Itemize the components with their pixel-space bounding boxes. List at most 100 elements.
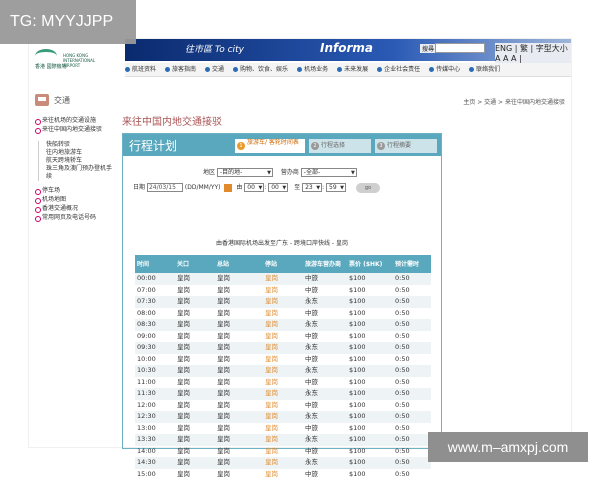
nav-item[interactable]: 机场业务 xyxy=(297,63,328,76)
table-cell: $100 xyxy=(347,388,393,400)
sidebar-item[interactable]: 来往中国内地交通接驳 xyxy=(35,126,115,134)
table-cell: 中旅 xyxy=(305,423,318,432)
schedule-table: 时间 关口 总站 停站 旅游车营办商 票价 ($HK) 预计需时 00:00 皇岗 皇岗 皇岗 中旅… xyxy=(135,255,431,480)
table-cell: 皇岗 xyxy=(217,308,230,317)
date-input[interactable]: 24/03/15 xyxy=(146,183,183,192)
table-cell: $100 xyxy=(349,423,366,432)
nav-bullet-icon xyxy=(469,67,475,72)
nav-item[interactable]: 购物、饮食、娱乐 xyxy=(233,63,289,76)
table-cell[interactable]: 皇岗 xyxy=(263,400,303,412)
table-cell[interactable]: 皇岗 xyxy=(263,308,303,320)
step-2-tab[interactable]: 2 行程选择 xyxy=(309,139,371,153)
overlay-tag: TG: MYYJJPP xyxy=(0,0,136,44)
nav-item-label: 购物、饮食、娱乐 xyxy=(240,66,289,73)
table-cell: 永东 xyxy=(303,434,347,446)
page-title: 来往中国内地交通接驳 xyxy=(122,117,222,128)
table-cell[interactable]: 皇岗 xyxy=(263,296,303,308)
table-cell: 皇岗 xyxy=(177,331,190,340)
table-cell: 0:50 xyxy=(393,365,431,377)
route-description: 由香港国际机场出发至广东 - 跨境口岸快线 - 皇岗 xyxy=(216,240,348,247)
from-minute-select[interactable]: 00 ▼ xyxy=(268,183,289,192)
table-row: 14:30 皇岗 皇岗 皇岗 永东 $100 0:50 xyxy=(135,457,431,469)
sidebar-subitem[interactable]: 快船转驳 xyxy=(38,141,115,149)
step-1-tab[interactable]: 1 旅游车/ 客轮时间表 xyxy=(235,139,305,153)
nav-item-label: 联络我们 xyxy=(476,66,501,73)
column-header: 时间 xyxy=(135,255,175,273)
nav-item[interactable]: 企业社会责任 xyxy=(377,63,421,76)
calendar-icon[interactable] xyxy=(224,183,233,192)
table-cell: 皇岗 xyxy=(175,457,215,469)
step-3-tab[interactable]: 3 行程摘要 xyxy=(375,139,437,153)
language-links[interactable]: ENG | 繁 | 字型大小 A A A | xyxy=(495,43,571,63)
airport-logo[interactable]: 香港 國際機場 HONG KONG INTERNATIONAL AIRPORT xyxy=(31,47,123,71)
table-cell[interactable]: 皇岗 xyxy=(263,365,303,377)
sidebar-item[interactable]: 停车场 xyxy=(35,187,115,195)
table-cell[interactable]: 皇岗 xyxy=(263,331,303,343)
table-cell: $100 xyxy=(347,319,393,331)
to-minute-select[interactable]: 59 ▼ xyxy=(326,183,347,192)
table-cell: 07:30 xyxy=(135,296,175,308)
table-cell: 皇岗 xyxy=(217,423,230,432)
search-input[interactable] xyxy=(435,43,485,53)
table-cell: $100 xyxy=(347,457,393,469)
table-cell[interactable]: 皇岗 xyxy=(263,457,303,469)
table-cell: $100 xyxy=(347,365,393,377)
table-row: 09:00 皇岗 皇岗 皇岗 中旅 $100 0:50 xyxy=(135,331,431,343)
table-cell: 永东 xyxy=(303,365,347,377)
table-cell[interactable]: 皇岗 xyxy=(263,354,303,366)
from-hour-select[interactable]: 00 ▼ xyxy=(244,183,265,192)
table-cell[interactable]: 皇岗 xyxy=(263,423,303,435)
table-cell[interactable]: 皇岗 xyxy=(263,446,303,458)
table-cell: 中旅 xyxy=(305,469,318,478)
table-cell: 10:00 xyxy=(137,354,156,363)
table-cell[interactable]: 皇岗 xyxy=(263,434,303,446)
table-row: 12:30 皇岗 皇岗 皇岗 永东 $100 0:50 xyxy=(135,411,431,423)
table-cell: 00:00 xyxy=(135,273,175,285)
table-row: 13:00 皇岗 皇岗 皇岗 中旅 $100 0:50 xyxy=(135,423,431,435)
table-cell: 皇岗 xyxy=(177,469,190,478)
table-row: 00:00 皇岗 皇岗 皇岗 中旅 $100 0:50 xyxy=(135,273,431,285)
sidebar-item[interactable]: 机场地图 xyxy=(35,196,115,204)
table-cell: 0:50 xyxy=(393,273,431,285)
sidebar-item[interactable]: 常用网页及电话号码 xyxy=(35,214,115,222)
table-row: 11:30 皇岗 皇岗 皇岗 永东 $100 0:50 xyxy=(135,388,431,400)
table-cell: $100 xyxy=(349,308,366,317)
table-cell[interactable]: 皇岗 xyxy=(263,411,303,423)
table-cell: $100 xyxy=(349,446,366,455)
nav-bullet-icon xyxy=(377,67,383,72)
table-cell: 11:30 xyxy=(135,388,175,400)
nav-item-label: 企业社会责任 xyxy=(384,66,421,73)
region-select[interactable]: -目的地- ▼ xyxy=(216,168,273,177)
breadcrumb[interactable]: 主页 > 交通 > 来往中国内地交通接驳 xyxy=(463,97,565,106)
table-cell[interactable]: 皇岗 xyxy=(263,319,303,331)
table-row: 08:30 皇岗 皇岗 皇岗 永东 $100 0:50 xyxy=(135,319,431,331)
nav-item[interactable]: 旅客指南 xyxy=(165,63,196,76)
sidebar-item[interactable]: 来往机场的交通设施 xyxy=(35,117,115,125)
table-cell: 中旅 xyxy=(305,285,318,294)
nav-item[interactable]: 联络我们 xyxy=(469,63,501,76)
table-cell[interactable]: 皇岗 xyxy=(263,273,303,285)
nav-item[interactable]: 未来发展 xyxy=(337,63,368,76)
sidebar-item[interactable]: 香港交通概况 xyxy=(35,205,115,213)
column-header: 旅游车营办商 xyxy=(303,255,347,273)
table-cell[interactable]: 皇岗 xyxy=(263,469,303,480)
table-cell[interactable]: 皇岗 xyxy=(263,377,303,389)
section-header: 交通 xyxy=(35,93,70,107)
sidebar-subitem[interactable]: 往内地旅游车 xyxy=(38,149,115,157)
sidebar-subitem[interactable]: 航天跨境轿车 xyxy=(38,157,115,165)
search-button[interactable]: go xyxy=(355,182,380,193)
nav-item[interactable]: 传媒中心 xyxy=(429,63,460,76)
schedule-panel: 行程计划 1 旅游车/ 客轮时间表 2 行程选择 3 行程摘要 地区 -目的地-… xyxy=(122,133,442,478)
table-cell[interactable]: 皇岗 xyxy=(263,342,303,354)
table-cell: 08:00 xyxy=(137,308,156,317)
table-cell: 中旅 xyxy=(305,377,318,386)
table-cell[interactable]: 皇岗 xyxy=(263,388,303,400)
to-hour-select[interactable]: 23 ▼ xyxy=(302,183,323,192)
date-format: (DD/MM/YY) xyxy=(184,184,221,191)
column-header: 预计需时 xyxy=(393,255,431,273)
nav-item[interactable]: 航班资料 xyxy=(125,63,156,76)
sidebar-subitem[interactable]: 珠三角及澳门预办登机手续 xyxy=(38,165,115,181)
nav-item[interactable]: 交通 xyxy=(205,63,224,76)
operator-select[interactable]: -全部- ▼ xyxy=(300,168,357,177)
table-cell[interactable]: 皇岗 xyxy=(263,285,303,297)
